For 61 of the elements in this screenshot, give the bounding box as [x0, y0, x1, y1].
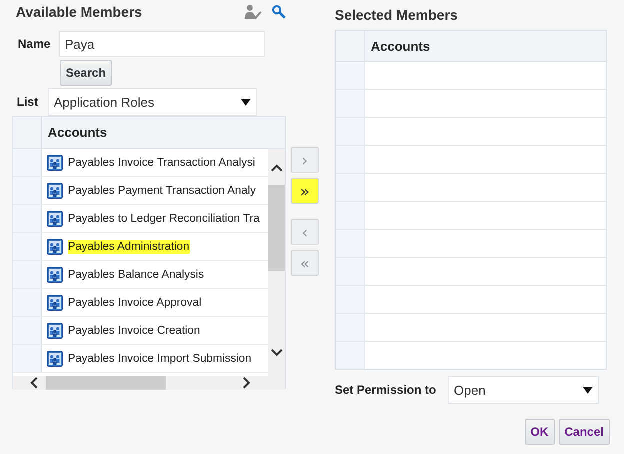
- ok-button[interactable]: OK: [524, 419, 555, 445]
- row-header[interactable]: [336, 230, 365, 257]
- vertical-scrollbar[interactable]: [268, 149, 285, 376]
- panel-title: Available Members: [16, 4, 144, 20]
- row-header[interactable]: [336, 286, 365, 313]
- table-cell[interactable]: Payables Balance Analysis: [68, 268, 204, 282]
- field-label: Set Permission to: [335, 383, 436, 397]
- group-icon: [47, 294, 63, 310]
- move-button[interactable]: »: [291, 178, 319, 204]
- row-header[interactable]: [336, 90, 365, 117]
- table-cell[interactable]: Payables Invoice Creation: [68, 324, 200, 338]
- field-label: List: [17, 95, 40, 109]
- row-header[interactable]: [13, 345, 42, 372]
- row-header[interactable]: [336, 342, 365, 369]
- person-check-icon[interactable]: [244, 4, 262, 20]
- dropdown-value: Open: [454, 382, 486, 398]
- dropdown[interactable]: Application Roles: [48, 88, 257, 116]
- row-header[interactable]: [13, 261, 42, 288]
- row-header[interactable]: [13, 205, 42, 232]
- table-cell[interactable]: Payables to Ledger Reconciliation Tra: [68, 212, 260, 226]
- row-header[interactable]: [336, 202, 365, 229]
- row-header[interactable]: [336, 314, 365, 341]
- row-header[interactable]: [13, 317, 42, 344]
- scroll-left-icon[interactable]: [30, 377, 38, 389]
- column-header[interactable]: Accounts: [365, 38, 430, 54]
- group-icon: [47, 238, 63, 254]
- table-cell[interactable]: Payables Payment Transaction Analy: [68, 184, 256, 198]
- row-header[interactable]: [13, 233, 42, 260]
- scroll-down-icon[interactable]: [270, 349, 282, 357]
- row-header[interactable]: [336, 118, 365, 145]
- dropdown-arrow-icon: [583, 386, 593, 394]
- row-header[interactable]: [13, 177, 42, 204]
- group-icon: [47, 350, 63, 366]
- horizontal-scrollbar[interactable]: [13, 376, 285, 390]
- row-header[interactable]: [13, 289, 42, 316]
- search-icon[interactable]: [272, 5, 286, 19]
- table-cell[interactable]: Payables Invoice Transaction Analysi: [68, 156, 256, 170]
- row-header[interactable]: [336, 62, 365, 89]
- group-icon: [47, 266, 63, 282]
- input-field[interactable]: Paya: [59, 31, 265, 57]
- group-icon: [47, 322, 63, 338]
- cancel-button[interactable]: Cancel: [558, 419, 610, 445]
- dropdown-arrow-icon: [241, 98, 251, 106]
- column-header[interactable]: Accounts: [42, 125, 108, 140]
- search-button[interactable]: Search: [60, 60, 112, 86]
- group-icon: [47, 182, 63, 198]
- row-header[interactable]: [336, 146, 365, 173]
- dropdown[interactable]: Open: [448, 376, 599, 404]
- panel-title: Selected Members: [335, 7, 459, 23]
- table-cell[interactable]: Payables Administration: [68, 240, 190, 254]
- table-cell[interactable]: Payables Invoice Approval: [68, 296, 202, 310]
- row-header[interactable]: [336, 174, 365, 201]
- dropdown-value: Application Roles: [54, 94, 154, 110]
- group-icon: [47, 210, 63, 226]
- table-cell[interactable]: Payables Invoice Import Submission: [68, 352, 252, 366]
- row-header[interactable]: [336, 258, 365, 285]
- scroll-right-icon[interactable]: [243, 377, 251, 389]
- scroll-up-icon[interactable]: [270, 164, 282, 172]
- field-label: Name: [18, 37, 52, 51]
- row-header[interactable]: [13, 149, 42, 176]
- group-icon: [47, 154, 63, 170]
